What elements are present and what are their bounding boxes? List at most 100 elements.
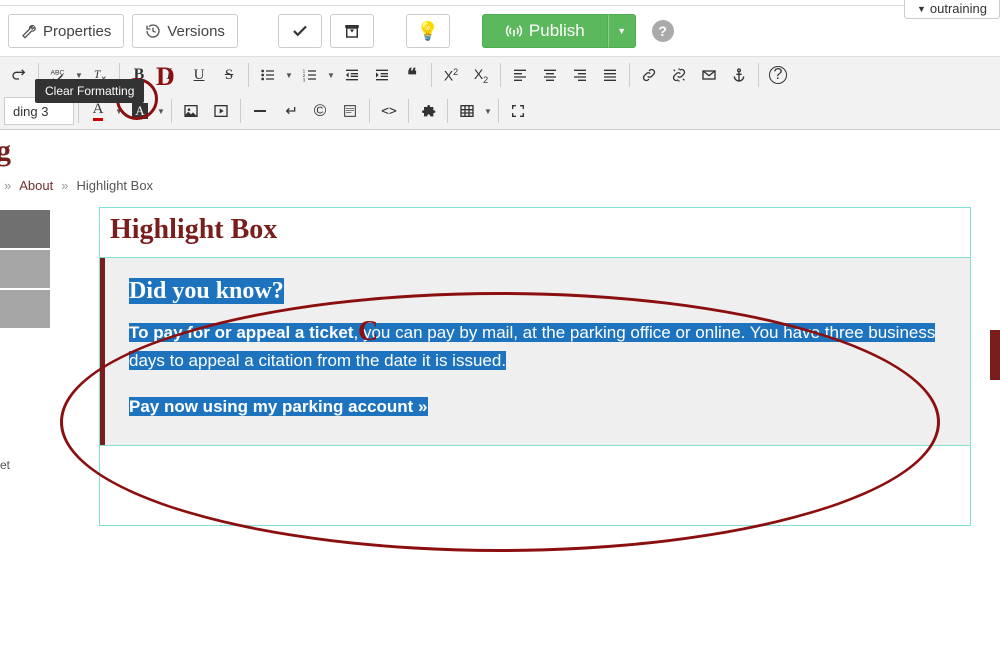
- align-justify-button[interactable]: [595, 60, 625, 90]
- user-name: outraining: [930, 1, 987, 16]
- mailto-button[interactable]: [694, 60, 724, 90]
- superscript-button[interactable]: X2: [436, 60, 466, 90]
- table-button[interactable]: [452, 96, 482, 126]
- bg-color-dropdown[interactable]: ▼: [155, 96, 167, 126]
- highlight-box[interactable]: Did you know? To pay for or appeal a tic…: [100, 258, 970, 445]
- tooltip: Clear Formatting: [35, 79, 144, 103]
- annotation-label-c: C: [358, 316, 378, 348]
- help-icon: ?: [769, 66, 787, 84]
- annotation-label-d: D: [156, 62, 175, 92]
- source-button[interactable]: <>: [374, 96, 404, 126]
- media-button[interactable]: [206, 96, 236, 126]
- breadcrumb-sep: »: [4, 178, 11, 193]
- unlink-button[interactable]: [664, 60, 694, 90]
- sidebar-item: [0, 210, 50, 248]
- indent-button[interactable]: [367, 60, 397, 90]
- user-dropdown[interactable]: ▼ outraining: [904, 0, 1000, 19]
- numbered-list-dropdown[interactable]: ▼: [325, 60, 337, 90]
- blockquote-button[interactable]: ❝: [397, 60, 427, 90]
- link-text: Pay now using my parking account »: [129, 397, 428, 416]
- svg-text:3: 3: [303, 78, 306, 83]
- versions-button[interactable]: Versions: [132, 14, 238, 48]
- fullscreen-button[interactable]: [503, 96, 533, 126]
- sidebar-preview: et: [0, 210, 60, 472]
- publish-label: Publish: [529, 21, 585, 41]
- snippet-icon: [342, 103, 358, 119]
- strikethrough-button[interactable]: S: [214, 60, 244, 90]
- breadcrumb-current: Highlight Box: [76, 178, 153, 193]
- publish-button[interactable]: Publish: [482, 14, 608, 48]
- properties-button[interactable]: Properties: [8, 14, 124, 48]
- highlight-box-link[interactable]: Pay now using my parking account »: [129, 397, 428, 417]
- bullet-list-icon: [260, 67, 276, 83]
- horizontal-rule-button[interactable]: [245, 96, 275, 126]
- hint-button[interactable]: 💡: [406, 14, 450, 48]
- broadcast-icon: [505, 22, 523, 40]
- align-center-button[interactable]: [535, 60, 565, 90]
- breadcrumb-sep: »: [61, 178, 68, 193]
- indent-icon: [374, 67, 390, 83]
- line-break-button[interactable]: [275, 96, 305, 126]
- content-title: Highlight Box: [110, 214, 960, 246]
- lightbulb-icon: 💡: [417, 21, 439, 42]
- outdent-button[interactable]: [337, 60, 367, 90]
- help-button[interactable]: ?: [652, 20, 674, 42]
- check-icon: [291, 22, 309, 40]
- subscript-button[interactable]: X2: [466, 60, 496, 90]
- publish-dropdown[interactable]: ▼: [608, 14, 636, 48]
- clear-formatting-button[interactable]: T✕ Clear Formatting: [85, 60, 115, 90]
- envelope-icon: [701, 67, 717, 83]
- editor-toolbar-row1: ABC ▼ T✕ Clear Formatting B I U S ▼ 123 …: [0, 57, 1000, 93]
- superscript-icon: X2: [444, 67, 458, 84]
- versions-label: Versions: [167, 23, 225, 40]
- subscript-icon: X2: [474, 66, 488, 85]
- code-icon: <>: [381, 104, 397, 119]
- breadcrumb-about[interactable]: About: [19, 178, 53, 193]
- para-bold: To pay for or appeal a ticket: [129, 323, 354, 342]
- puzzle-icon: [420, 103, 436, 119]
- history-icon: [145, 23, 161, 39]
- bullet-list-button[interactable]: [253, 60, 283, 90]
- link-button[interactable]: [634, 60, 664, 90]
- redo-button[interactable]: [4, 60, 34, 90]
- chevron-down-icon: ▼: [617, 26, 626, 36]
- editor-toolbar-row2: ding 3 A ▼ A ▼ © <> ▼: [0, 93, 1000, 129]
- sidebar-item: [0, 290, 50, 328]
- decoration-stripe: [990, 330, 1000, 380]
- help-tb-button[interactable]: ?: [763, 60, 793, 90]
- snippet-button[interactable]: [335, 96, 365, 126]
- align-center-icon: [542, 67, 558, 83]
- unlink-icon: [671, 67, 687, 83]
- sidebar-item: [0, 250, 50, 288]
- image-button[interactable]: [176, 96, 206, 126]
- anchor-icon: [731, 67, 747, 83]
- anchor-button[interactable]: [724, 60, 754, 90]
- chevron-down-icon: ▼: [917, 4, 926, 14]
- strikethrough-icon: S: [225, 67, 233, 84]
- content-editable-region[interactable]: Highlight Box Did you know? To pay for o…: [100, 208, 970, 525]
- link-icon: [641, 67, 657, 83]
- component-button[interactable]: [413, 96, 443, 126]
- align-justify-icon: [602, 67, 618, 83]
- align-left-button[interactable]: [505, 60, 535, 90]
- return-icon: [282, 103, 298, 119]
- sidebar-cutoff-label: et: [0, 458, 60, 472]
- numbered-list-button[interactable]: 123: [295, 60, 325, 90]
- align-right-icon: [572, 67, 588, 83]
- underline-icon: U: [194, 67, 205, 84]
- redo-icon: [11, 67, 27, 83]
- hr-icon: [252, 103, 268, 119]
- bullet-list-dropdown[interactable]: ▼: [283, 60, 295, 90]
- save-check-button[interactable]: [278, 14, 322, 48]
- align-right-button[interactable]: [565, 60, 595, 90]
- underline-button[interactable]: U: [184, 60, 214, 90]
- numbered-list-icon: 123: [302, 67, 318, 83]
- highlight-box-paragraph: To pay for or appeal a ticket, you can p…: [129, 319, 946, 375]
- archive-button[interactable]: [330, 14, 374, 48]
- table-icon: [459, 103, 475, 119]
- wrench-icon: [21, 23, 37, 39]
- command-bar: Properties Versions 💡 Publish ▼ ?: [0, 6, 1000, 57]
- bg-color-icon: A: [132, 103, 147, 119]
- copyright-button[interactable]: ©: [305, 96, 335, 126]
- table-dropdown[interactable]: ▼: [482, 96, 494, 126]
